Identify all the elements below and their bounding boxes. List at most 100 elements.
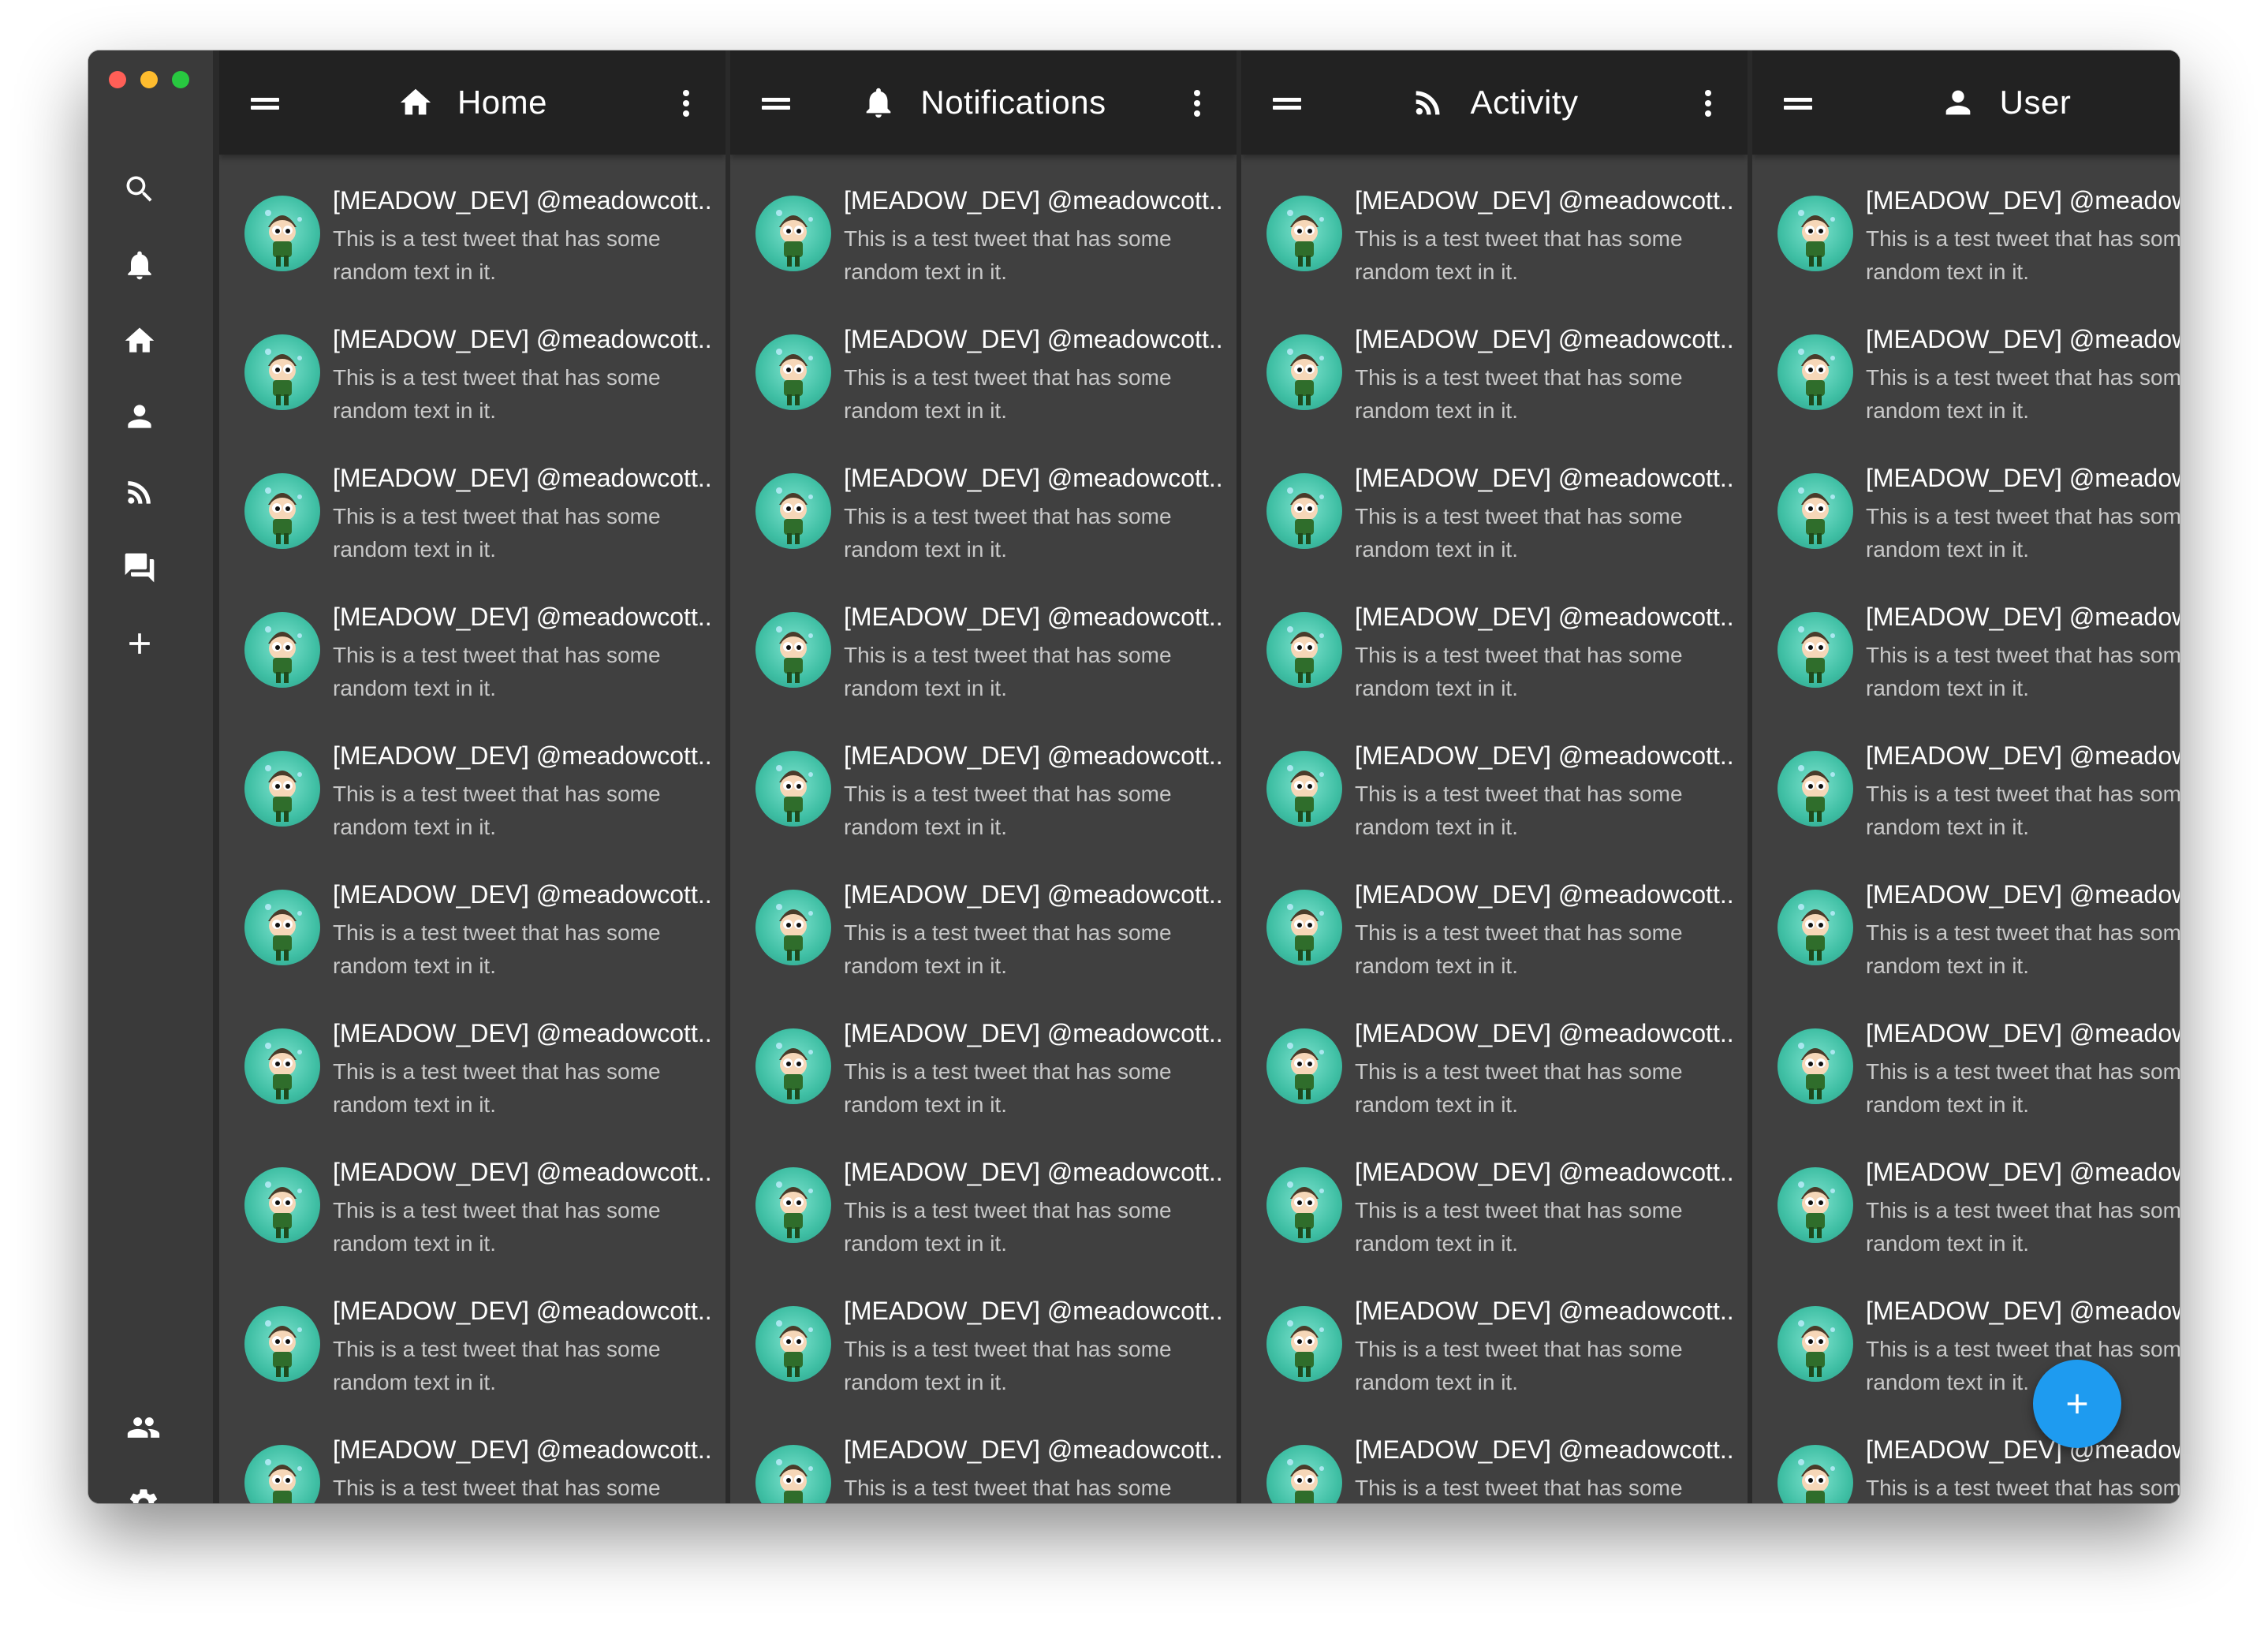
tweet-author[interactable]: [MEADOW_DEV] @meadowcott..: [333, 1435, 714, 1465]
avatar[interactable]: [1777, 751, 1853, 827]
tweet-author[interactable]: [MEADOW_DEV] @meadowcott..: [1866, 1435, 2180, 1465]
avatar[interactable]: [755, 334, 831, 410]
avatar[interactable]: [1777, 890, 1853, 965]
avatar[interactable]: [1777, 1167, 1853, 1243]
tweet-item[interactable]: [MEADOW_DEV] @meadowcott.. This is a test…: [1752, 1002, 2180, 1140]
avatar[interactable]: [755, 473, 831, 549]
tweet-author[interactable]: [MEADOW_DEV] @meadowcott..: [1866, 1019, 2180, 1048]
close-window-button[interactable]: [109, 71, 126, 88]
avatar[interactable]: [1777, 1445, 1853, 1503]
tweet-author[interactable]: [MEADOW_DEV] @meadowcott..: [1866, 741, 2180, 771]
tweet-item[interactable]: [MEADOW_DEV] @meadowcott.. This is a test…: [219, 446, 726, 585]
tweet-author[interactable]: [MEADOW_DEV] @meadowcott..: [844, 1019, 1225, 1048]
tweet-author[interactable]: [MEADOW_DEV] @meadowcott..: [1355, 1297, 1736, 1326]
tweet-author[interactable]: [MEADOW_DEV] @meadowcott..: [333, 186, 714, 215]
tweet-item[interactable]: [MEADOW_DEV] @meadowcott.. This is a test…: [219, 863, 726, 1002]
tweet-author[interactable]: [MEADOW_DEV] @meadowcott..: [333, 1019, 714, 1048]
person-icon[interactable]: [119, 396, 160, 437]
tweet-author[interactable]: [MEADOW_DEV] @meadowcott..: [1355, 186, 1736, 215]
tweet-author[interactable]: [MEADOW_DEV] @meadowcott..: [1866, 464, 2180, 493]
avatar[interactable]: [244, 890, 320, 965]
tweet-author[interactable]: [MEADOW_DEV] @meadowcott..: [1355, 741, 1736, 771]
tweet-item[interactable]: [MEADOW_DEV] @meadowcott.. This is a test…: [219, 169, 726, 308]
avatar[interactable]: [244, 1028, 320, 1104]
tweet-author[interactable]: [MEADOW_DEV] @meadowcott..: [1866, 1297, 2180, 1326]
tweet-author[interactable]: [MEADOW_DEV] @meadowcott..: [1866, 325, 2180, 354]
tweet-author[interactable]: [MEADOW_DEV] @meadowcott..: [1355, 880, 1736, 909]
avatar[interactable]: [755, 612, 831, 688]
avatar[interactable]: [1266, 1167, 1342, 1243]
tweet-author[interactable]: [MEADOW_DEV] @meadowcott..: [1866, 880, 2180, 909]
tweet-author[interactable]: [MEADOW_DEV] @meadowcott..: [844, 1158, 1225, 1187]
tweet-author[interactable]: [MEADOW_DEV] @meadowcott..: [1866, 603, 2180, 632]
more-options-icon[interactable]: [683, 90, 691, 117]
tweet-item[interactable]: [MEADOW_DEV] @meadowcott.. This is a test…: [1752, 863, 2180, 1002]
avatar[interactable]: [1266, 1028, 1342, 1104]
avatar[interactable]: [244, 1445, 320, 1503]
tweet-author[interactable]: [MEADOW_DEV] @meadowcott..: [844, 186, 1225, 215]
avatar[interactable]: [755, 1306, 831, 1382]
tweet-item[interactable]: [MEADOW_DEV] @meadowcott.. This is a test…: [1241, 863, 1748, 1002]
tweet-item[interactable]: [MEADOW_DEV] @meadowcott.. This is a test…: [219, 1140, 726, 1279]
tweet-item[interactable]: [MEADOW_DEV] @meadowcott.. This is a test…: [219, 1002, 726, 1140]
tweet-author[interactable]: [MEADOW_DEV] @meadowcott..: [1355, 325, 1736, 354]
avatar[interactable]: [1777, 196, 1853, 271]
maximize-window-button[interactable]: [172, 71, 189, 88]
avatar[interactable]: [244, 473, 320, 549]
tweet-author[interactable]: [MEADOW_DEV] @meadowcott..: [844, 741, 1225, 771]
tweet-item[interactable]: [MEADOW_DEV] @meadowcott.. This is a test…: [1752, 1140, 2180, 1279]
tweet-author[interactable]: [MEADOW_DEV] @meadowcott..: [333, 464, 714, 493]
tweet-author[interactable]: [MEADOW_DEV] @meadowcott..: [333, 1158, 714, 1187]
tweet-item[interactable]: [MEADOW_DEV] @meadowcott.. This is a test…: [1241, 1418, 1748, 1503]
search-icon[interactable]: [119, 169, 160, 210]
tweet-item[interactable]: [MEADOW_DEV] @meadowcott.. This is a test…: [1752, 585, 2180, 724]
tweet-author[interactable]: [MEADOW_DEV] @meadowcott..: [844, 1435, 1225, 1465]
home-icon[interactable]: [119, 320, 160, 361]
tweet-item[interactable]: [MEADOW_DEV] @meadowcott.. This is a test…: [1241, 1002, 1748, 1140]
tweet-item[interactable]: [MEADOW_DEV] @meadowcott.. This is a test…: [1752, 724, 2180, 863]
avatar[interactable]: [244, 1306, 320, 1382]
tweet-item[interactable]: [MEADOW_DEV] @meadowcott.. This is a test…: [730, 585, 1237, 724]
avatar[interactable]: [1777, 1028, 1853, 1104]
avatar[interactable]: [244, 751, 320, 827]
avatar[interactable]: [755, 751, 831, 827]
plus-icon[interactable]: [119, 623, 160, 664]
tweet-author[interactable]: [MEADOW_DEV] @meadowcott..: [1355, 1158, 1736, 1187]
tweet-author[interactable]: [MEADOW_DEV] @meadowcott..: [1355, 1019, 1736, 1048]
tweet-item[interactable]: [MEADOW_DEV] @meadowcott.. This is a test…: [730, 724, 1237, 863]
tweet-author[interactable]: [MEADOW_DEV] @meadowcott..: [1866, 186, 2180, 215]
avatar[interactable]: [1266, 1306, 1342, 1382]
avatar[interactable]: [1777, 612, 1853, 688]
tweet-author[interactable]: [MEADOW_DEV] @meadowcott..: [844, 325, 1225, 354]
tweet-item[interactable]: [MEADOW_DEV] @meadowcott.. This is a test…: [219, 585, 726, 724]
gear-icon[interactable]: [123, 1483, 164, 1503]
avatar[interactable]: [244, 612, 320, 688]
avatar[interactable]: [244, 334, 320, 410]
avatar[interactable]: [1266, 334, 1342, 410]
tweet-item[interactable]: [MEADOW_DEV] @meadowcott.. This is a test…: [730, 1418, 1237, 1503]
tweet-author[interactable]: [MEADOW_DEV] @meadowcott..: [333, 1297, 714, 1326]
compose-fab-button[interactable]: [2033, 1360, 2121, 1448]
avatar[interactable]: [244, 1167, 320, 1243]
avatar[interactable]: [1266, 1445, 1342, 1503]
tweet-item[interactable]: [MEADOW_DEV] @meadowcott.. This is a test…: [730, 1279, 1237, 1418]
tweet-item[interactable]: [MEADOW_DEV] @meadowcott.. This is a test…: [1241, 724, 1748, 863]
tweet-item[interactable]: [MEADOW_DEV] @meadowcott.. This is a test…: [1752, 446, 2180, 585]
tweet-item[interactable]: [MEADOW_DEV] @meadowcott.. This is a test…: [730, 308, 1237, 446]
rss-icon[interactable]: [119, 472, 160, 513]
tweet-item[interactable]: [MEADOW_DEV] @meadowcott.. This is a test…: [730, 1140, 1237, 1279]
tweet-author[interactable]: [MEADOW_DEV] @meadowcott..: [1355, 603, 1736, 632]
tweet-author[interactable]: [MEADOW_DEV] @meadowcott..: [333, 603, 714, 632]
avatar[interactable]: [1266, 612, 1342, 688]
tweet-item[interactable]: [MEADOW_DEV] @meadowcott.. This is a test…: [1241, 446, 1748, 585]
minimize-window-button[interactable]: [140, 71, 158, 88]
tweet-author[interactable]: [MEADOW_DEV] @meadowcott..: [844, 1297, 1225, 1326]
people-icon[interactable]: [123, 1407, 164, 1448]
tweet-author[interactable]: [MEADOW_DEV] @meadowcott..: [844, 464, 1225, 493]
tweet-author[interactable]: [MEADOW_DEV] @meadowcott..: [333, 880, 714, 909]
tweet-item[interactable]: [MEADOW_DEV] @meadowcott.. This is a test…: [730, 169, 1237, 308]
more-options-icon[interactable]: [1705, 90, 1713, 117]
tweet-author[interactable]: [MEADOW_DEV] @meadowcott..: [844, 603, 1225, 632]
tweet-author[interactable]: [MEADOW_DEV] @meadowcott..: [333, 741, 714, 771]
tweet-item[interactable]: [MEADOW_DEV] @meadowcott.. This is a test…: [1241, 1140, 1748, 1279]
